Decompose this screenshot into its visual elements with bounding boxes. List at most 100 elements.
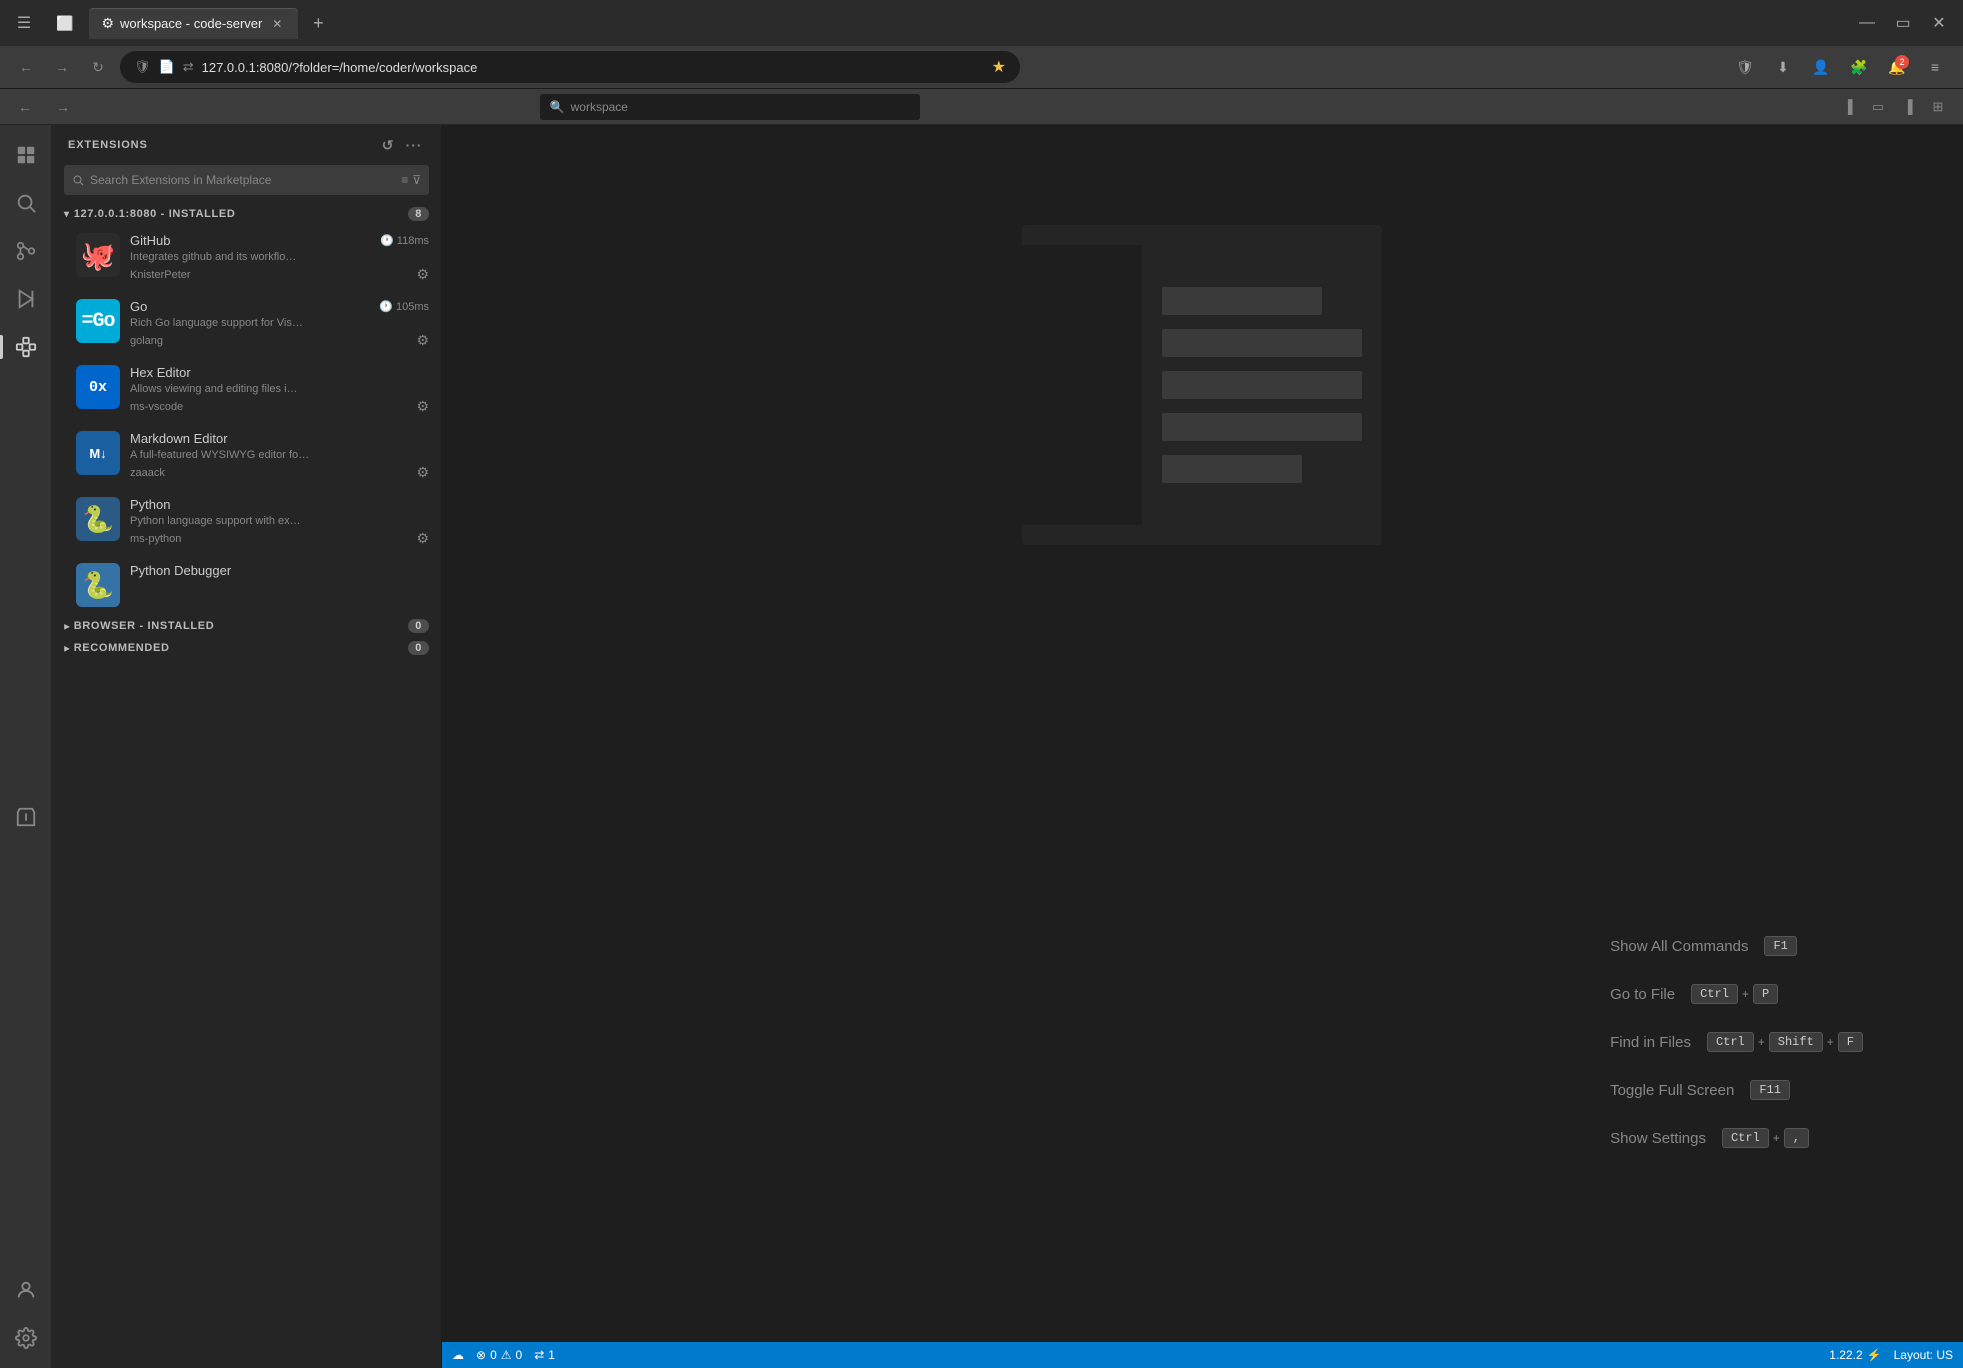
vscode-back-btn[interactable]: ← [12,94,38,120]
kbd-shift: Shift [1769,1032,1823,1052]
recommended-section-label: RECOMMENDED [74,642,170,654]
kbd-f: F [1838,1032,1863,1052]
pydebug-info: Python Debugger [130,563,429,584]
md-info: Markdown Editor A full-featured WYSIWYG … [130,431,429,481]
editor-area: Show All Commands F1 Go to File Ctrl + P [442,125,1963,1368]
activity-extensions[interactable] [4,325,48,369]
cmd-find-files-label: Find in Files [1610,1034,1691,1051]
reload-btn[interactable]: ↻ [84,53,112,81]
browser-section-header[interactable]: ▾ BROWSER - INSTALLED 0 [52,615,441,637]
browser-section-label: BROWSER - INSTALLED [74,620,215,632]
plus-3: + [1827,1035,1834,1049]
panel-layout-btn[interactable]: ▐ [1895,94,1921,120]
activity-source-control[interactable] [4,229,48,273]
url-text[interactable]: 127.0.0.1:8080/?folder=/home/coder/works… [202,60,478,75]
logo-line-4 [1162,413,1362,441]
ext-item-markdown[interactable]: M↓ Markdown Editor A full-featured WYSIW… [52,423,441,489]
shield-icon: 🛡 [134,59,151,75]
tab-blank[interactable]: ⬜ [44,9,85,38]
more-options-btn[interactable]: ··· [403,134,425,156]
extensions-search-bar[interactable]: ≡ ⊽ [64,165,429,195]
activity-testing[interactable] [4,797,48,841]
menu-btn[interactable]: ≡ [1919,51,1951,83]
back-btn[interactable]: ← [12,53,40,81]
cmd-find-files[interactable]: Find in Files Ctrl + Shift + F [1610,1032,1863,1052]
activity-settings[interactable] [4,1316,48,1360]
cmd-settings[interactable]: Show Settings Ctrl + , [1610,1128,1863,1148]
go-gear-btn[interactable]: ⚙ [416,332,429,349]
hex-gear-btn[interactable]: ⚙ [416,398,429,415]
ext-item-github[interactable]: 🐙 GitHub 🕐 118ms Integrates github and i… [52,225,441,291]
github-gear-btn[interactable]: ⚙ [416,266,429,283]
md-author-row: zaaack ⚙ [130,464,429,481]
recommended-section-header[interactable]: ▾ RECOMMENDED 0 [52,637,441,659]
bookmark-icon[interactable]: ★ [992,57,1006,77]
vscode-search-bar[interactable]: 🔍 workspace [540,94,920,120]
tab-active[interactable]: ⚙ workspace - code-server ✕ [89,8,298,39]
status-left: ☁ ⊗ 0 ⚠ 0 ⇄ 1 [452,1348,555,1362]
minimize-btn[interactable]: — [1851,7,1883,39]
close-window-btn[interactable]: ✕ [1923,7,1955,39]
maximize-btn[interactable]: ▭ [1887,7,1919,39]
cmd-goto-file[interactable]: Go to File Ctrl + P [1610,984,1863,1004]
browser-count: 0 [408,619,429,633]
cmd-show-all-label: Show All Commands [1610,938,1748,955]
vscode-forward-btn[interactable]: → [50,94,76,120]
activity-account[interactable] [4,1268,48,1312]
address-bar[interactable]: 🛡 📄 ⇄ 127.0.0.1:8080/?folder=/home/coder… [120,51,1020,83]
tab-close-btn[interactable]: ✕ [268,15,286,33]
new-tab-btn[interactable]: + [302,7,334,39]
activity-run[interactable] [4,277,48,321]
go-title-row: Go 🕐 105ms [130,299,429,314]
split-icon: ⇄ [183,59,194,75]
kbd-ctrl-2: Ctrl [1707,1032,1754,1052]
activity-search[interactable] [4,181,48,225]
status-remote-btn[interactable]: ☁ [452,1348,464,1362]
pydebug-name: Python Debugger [130,563,231,578]
vscode-topbar: ← → 🔍 workspace ▐ ▭ ▐ ⊞ [0,89,1963,125]
logo-line-1 [1162,287,1322,315]
ext-item-go[interactable]: =Go Go 🕐 105ms Rich Go language support … [52,291,441,357]
logo-container [1022,225,1382,545]
installed-section-header[interactable]: ▾ 127.0.0.1:8080 - INSTALLED 8 [52,203,441,225]
vscode-search-text: workspace [571,100,628,114]
go-name: Go [130,299,147,314]
sidebar-layout-btn[interactable]: ▐ [1835,94,1861,120]
cmd-fullscreen[interactable]: Toggle Full Screen F11 [1610,1080,1863,1100]
status-sync-btn[interactable]: ⇄ 1 [534,1348,555,1362]
pocket-btn[interactable]: 🛡 [1729,51,1761,83]
cmd-show-all[interactable]: Show All Commands F1 [1610,936,1863,956]
extensions-btn[interactable]: 🧩 [1843,51,1875,83]
error-icon: ⊗ [476,1348,486,1362]
list-filter-icon[interactable]: ≡ [401,173,408,187]
python-desc: Python language support with ex… [130,515,429,527]
download-btn[interactable]: ⬇ [1767,51,1799,83]
md-gear-btn[interactable]: ⚙ [416,464,429,481]
python-name: Python [130,497,170,512]
status-layout-btn[interactable]: Layout: US [1894,1348,1953,1362]
notifications-btn[interactable]: 🔔 2 [1881,51,1913,83]
python-author-row: ms-python ⚙ [130,530,429,547]
installed-count: 8 [408,207,429,221]
ext-item-pydebug[interactable]: 🐍 Python Debugger [52,555,441,615]
filter-icon[interactable]: ⊽ [412,173,421,187]
grid-layout-btn[interactable]: ⊞ [1925,94,1951,120]
status-errors-btn[interactable]: ⊗ 0 ⚠ 0 [476,1348,522,1362]
activity-bar [0,125,52,1368]
forward-btn[interactable]: → [48,53,76,81]
plus-1: + [1742,987,1749,1001]
sidebar-toggle-btn[interactable]: ☰ [8,7,40,39]
plus-4: + [1773,1131,1780,1145]
logo-line-3 [1162,371,1362,399]
activity-explorer[interactable] [4,133,48,177]
ext-item-hex[interactable]: 0x Hex Editor Allows viewing and editing… [52,357,441,423]
extensions-search-input[interactable] [90,173,395,187]
status-version-btn[interactable]: 1.22.2 ⚡ [1829,1348,1881,1362]
go-author: golang [130,335,163,347]
github-time-value: 118ms [397,235,429,247]
editor-layout-btn[interactable]: ▭ [1865,94,1891,120]
profile-btn[interactable]: 👤 [1805,51,1837,83]
python-gear-btn[interactable]: ⚙ [416,530,429,547]
refresh-btn[interactable]: ↺ [377,134,399,156]
ext-item-python[interactable]: 🐍 Python Python language support with ex… [52,489,441,555]
